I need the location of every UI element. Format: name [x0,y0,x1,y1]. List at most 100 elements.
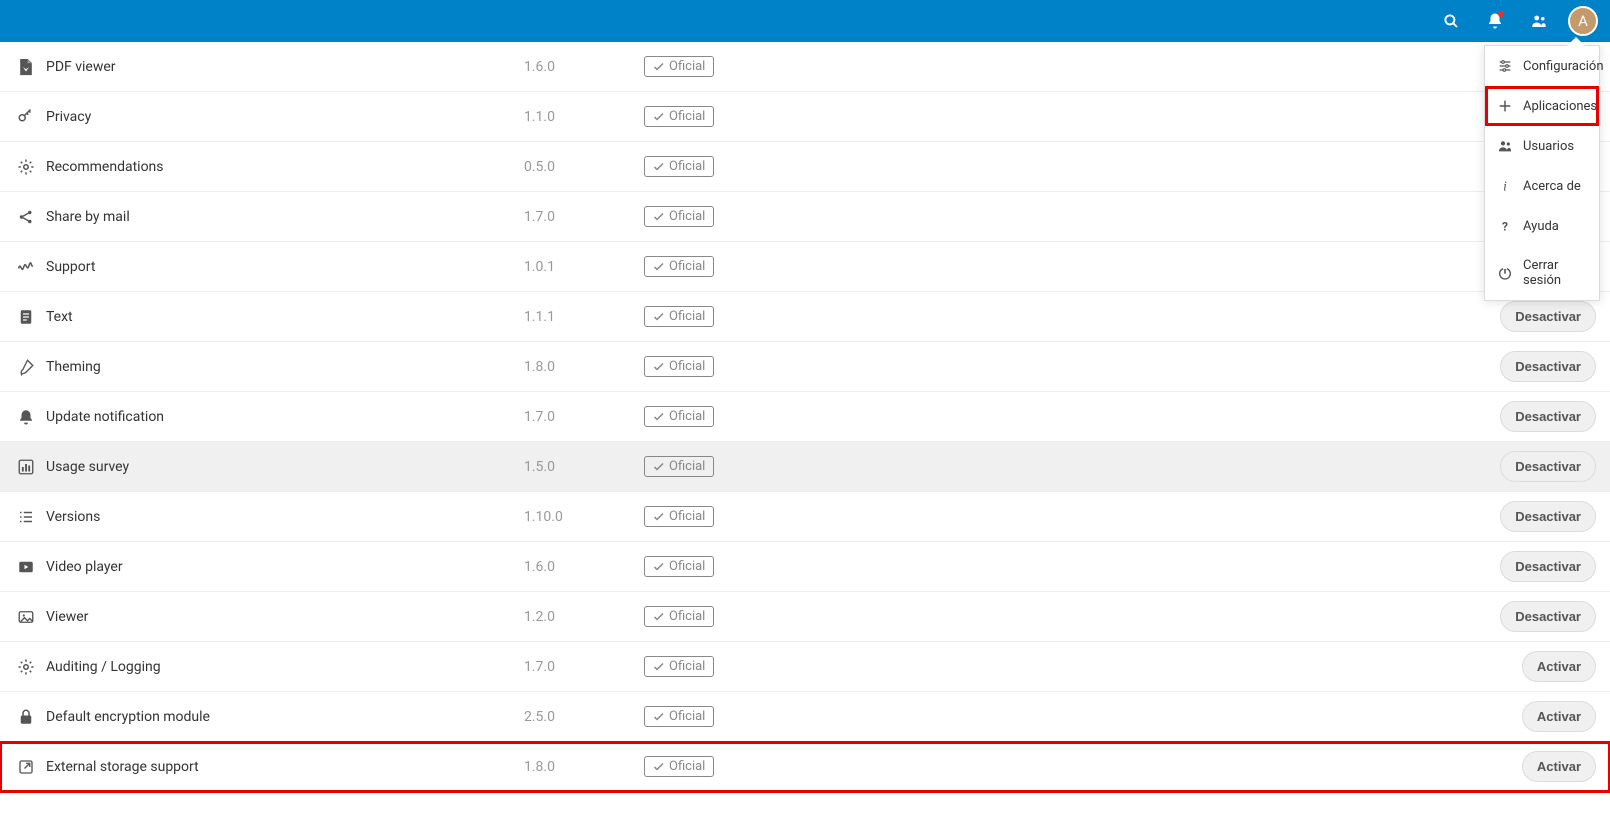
avatar[interactable]: A [1568,6,1598,36]
app-level: Oficial [644,206,844,227]
app-action: Desactivar [1500,301,1596,332]
app-name: Recommendations [46,159,524,175]
official-badge-label: Oficial [669,359,705,374]
lock-icon [14,705,38,729]
contacts-icon[interactable] [1520,2,1558,40]
notifications-icon[interactable] [1476,2,1514,40]
app-level: Oficial [644,606,844,627]
dropdown-item-aplicaciones[interactable]: Aplicaciones [1485,86,1599,126]
doc-icon [14,305,38,329]
deactivate-button[interactable]: Desactivar [1500,501,1596,532]
official-badge: Oficial [644,706,714,727]
deactivate-button[interactable]: Desactivar [1500,401,1596,432]
power-icon [1497,265,1513,281]
app-row[interactable]: Share by mail1.7.0Oficial [0,192,1610,242]
app-version: 1.6.0 [524,59,644,75]
app-level: Oficial [644,156,844,177]
app-row[interactable]: Default encryption module2.5.0Oficial Act… [0,692,1610,742]
bell-icon [14,405,38,429]
app-row[interactable]: Privacy1.1.0Oficial [0,92,1610,142]
dropdown-item-label: Aplicaciones [1523,99,1597,114]
app-level: Oficial [644,256,844,277]
app-version: 1.8.0 [524,359,644,375]
official-badge: Oficial [644,456,714,477]
dropdown-item-cerrar-sesión[interactable]: Cerrar sesión [1485,246,1599,300]
official-badge: Oficial [644,306,714,327]
app-version: 2.5.0 [524,709,644,725]
dropdown-item-label: Configuración [1523,59,1604,74]
topbar: A ConfiguraciónAplicacionesUsuariosAcerc… [0,0,1610,42]
app-row[interactable]: Video player1.6.0OficialDesactivar [0,542,1610,592]
app-level: Oficial [644,456,844,477]
app-name: External storage support [46,759,524,775]
app-row[interactable]: Update notification1.7.0OficialDesactiva… [0,392,1610,442]
official-badge: Oficial [644,56,714,77]
app-row[interactable]: Theming1.8.0OficialDesactivar [0,342,1610,392]
app-version: 1.2.0 [524,609,644,625]
deactivate-button[interactable]: Desactivar [1500,351,1596,382]
app-row[interactable]: Auditing / Logging1.7.0Oficial Activar [0,642,1610,692]
deactivate-button[interactable]: Desactivar [1500,301,1596,332]
app-version: 1.0.1 [524,259,644,275]
app-row[interactable]: Viewer1.2.0 Oficial Desactivar [0,592,1610,642]
app-level: Oficial [644,506,844,527]
app-action: Activar [1522,701,1596,732]
dropdown-item-ayuda[interactable]: Ayuda [1485,206,1599,246]
app-row[interactable]: Usage survey1.5.0OficialDesactivar [0,442,1610,492]
dropdown-item-configuración[interactable]: Configuración [1485,46,1599,86]
deactivate-button[interactable]: Desactivar [1500,451,1596,482]
help-icon [1497,218,1513,234]
dropdown-item-usuarios[interactable]: Usuarios [1485,126,1599,166]
app-row[interactable]: Versions1.10.0OficialDesactivar [0,492,1610,542]
dropdown-item-acerca-de[interactable]: Acerca de [1485,166,1599,206]
official-badge-label: Oficial [669,409,705,424]
activate-button[interactable]: Activar [1522,751,1596,782]
official-badge-label: Oficial [669,559,705,574]
app-action: Desactivar [1500,501,1596,532]
app-level: Oficial [644,306,844,327]
app-row[interactable]: External storage support1.8.0Oficial Acti… [0,742,1610,792]
app-version: 1.7.0 [524,659,644,675]
app-version: 1.10.0 [524,509,644,525]
list-icon [14,505,38,529]
info-icon [1497,178,1513,194]
official-badge: Oficial [644,156,714,177]
official-badge: Oficial [644,756,714,777]
app-row[interactable]: PDF viewer1.6.0 Oficial [0,42,1610,92]
official-badge-label: Oficial [669,59,705,74]
app-level: Oficial [644,656,844,677]
activate-button[interactable]: Activar [1522,651,1596,682]
app-level: Oficial [644,556,844,577]
app-name: Usage survey [46,459,524,475]
app-version: 1.7.0 [524,409,644,425]
app-level: Oficial [644,356,844,377]
app-name: Default encryption module [46,709,524,725]
search-icon[interactable] [1432,2,1470,40]
app-name: Video player [46,559,524,575]
official-badge-label: Oficial [669,259,705,274]
external-icon [14,755,38,779]
app-action: Desactivar [1500,451,1596,482]
app-action: Desactivar [1500,351,1596,382]
app-action: Activar [1522,751,1596,782]
app-name: Auditing / Logging [46,659,524,675]
user-dropdown: Configuración Aplicaciones UsuariosAcerca … [1484,45,1600,301]
activate-button[interactable]: Activar [1522,701,1596,732]
app-version: 1.1.1 [524,309,644,325]
app-row[interactable]: Recommendations0.5.0Oficial [0,142,1610,192]
app-level: Oficial [644,106,844,127]
app-name: Viewer [46,609,524,625]
app-action: Desactivar [1500,401,1596,432]
app-row[interactable]: Support1.0.1 Oficial [0,242,1610,292]
app-row[interactable]: Text1.1.1OficialDesactivar [0,292,1610,342]
app-name: PDF viewer [46,59,524,75]
deactivate-button[interactable]: Desactivar [1500,551,1596,582]
deactivate-button[interactable]: Desactivar [1500,601,1596,632]
app-level: Oficial [644,706,844,727]
app-action: Activar [1522,651,1596,682]
app-name: Support [46,259,524,275]
notification-dot [1498,11,1504,17]
official-badge-label: Oficial [669,609,705,624]
app-version: 1.8.0 [524,759,644,775]
official-badge: Oficial [644,256,714,277]
